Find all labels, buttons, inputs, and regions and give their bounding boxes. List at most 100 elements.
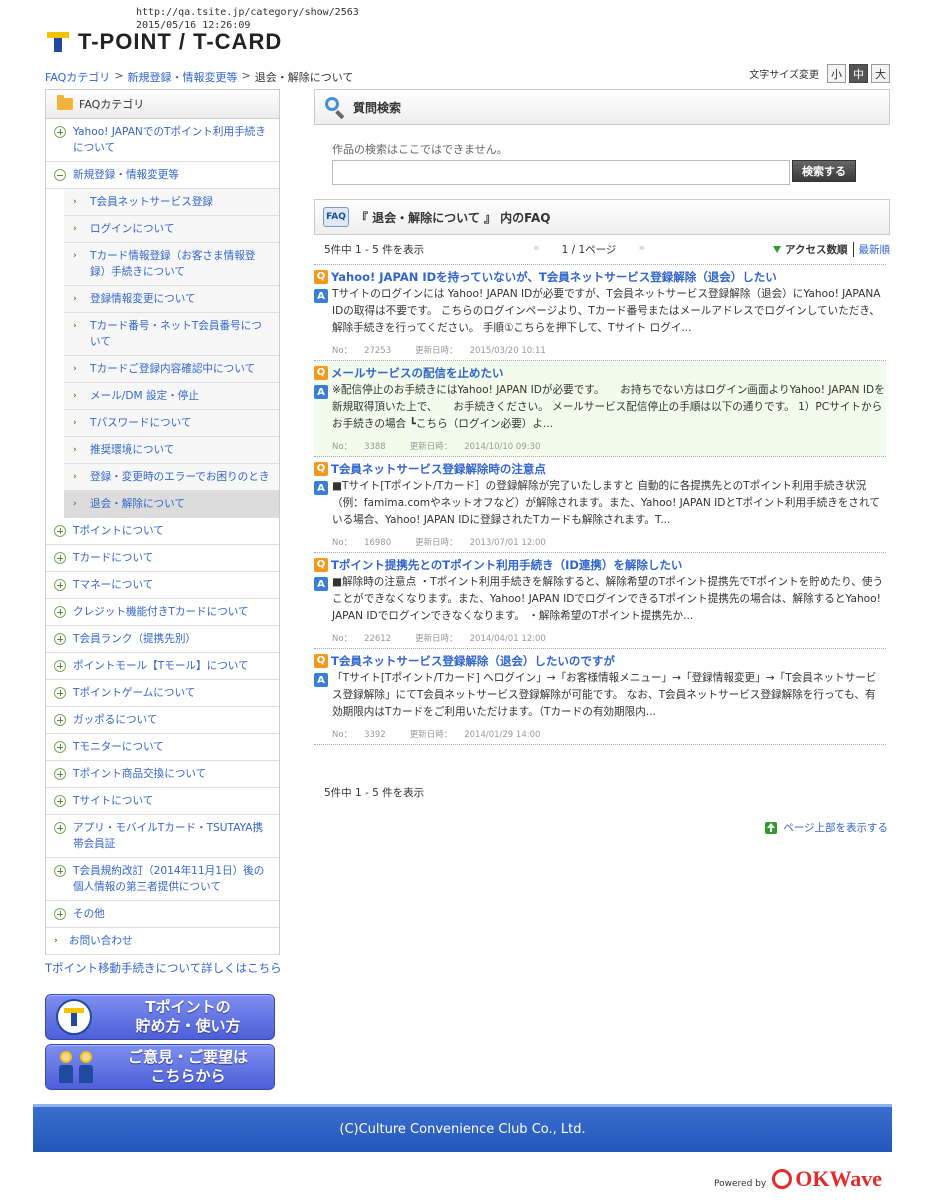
tpoint-transfer-link[interactable]: Tポイント移動手続きについて詳しくはこちら xyxy=(45,959,295,978)
faq-icon: FAQ xyxy=(323,207,349,227)
staff-people-icon xyxy=(54,1048,102,1086)
sidebar-item[interactable]: クレジット機能付きTカードについて xyxy=(46,599,279,626)
faq-question-row: Q メールサービスの配信を止めたい xyxy=(314,364,886,381)
sidebar-item[interactable]: Tサイトについて xyxy=(46,788,279,815)
expand-plus-icon xyxy=(54,795,66,807)
prev-page-button[interactable]: « xyxy=(533,242,539,257)
t-logo-icon xyxy=(47,31,69,52)
sidebar-item-label: 登録情報変更について xyxy=(90,293,196,305)
sidebar-item[interactable]: › メール/DM 設定・停止 xyxy=(64,383,279,410)
sidebar-item[interactable]: › 退会・解除について xyxy=(64,491,279,518)
sidebar-item[interactable]: › Tカード情報登録（お客さま情報登録）手続きについて xyxy=(64,243,279,286)
page-indicator: 1 / 1ページ xyxy=(561,243,617,256)
sidebar-item[interactable]: › Tパスワードについて xyxy=(64,410,279,437)
faq-question-row: Q T会員ネットサービス登録解除（退会）したいのですが xyxy=(314,652,886,669)
font-size-small-button[interactable]: 小 xyxy=(827,64,846,83)
sidebar-item[interactable]: その他 xyxy=(46,901,279,928)
copyright: (C)Culture Convenience Club Co., Ltd. xyxy=(339,1122,586,1137)
sidebar-item[interactable]: ガッポるについて xyxy=(46,707,279,734)
collapse-minus-icon xyxy=(54,169,66,181)
feedback-banner[interactable]: ご意見・ご要望は こちらから xyxy=(45,1044,275,1090)
faq-number-value: 27253 xyxy=(364,346,392,356)
sidebar-item[interactable]: Tポイントについて xyxy=(46,518,279,545)
chevron-right-icon: › xyxy=(73,445,77,455)
site-logo[interactable]: T-POINT / T-CARD xyxy=(47,29,282,54)
sidebar-item[interactable]: › 登録情報変更について xyxy=(64,286,279,313)
next-page-button[interactable]: » xyxy=(638,242,644,257)
result-count: 5件中 1 - 5 件を表示 xyxy=(324,243,425,256)
powered-by-okwave[interactable]: Powered by OKWave xyxy=(714,1166,882,1192)
font-size-label: 文字サイズ変更 xyxy=(749,70,819,81)
sidebar-item-label: Tポイントについて xyxy=(73,525,164,537)
answer-mark-icon: A xyxy=(314,577,328,591)
sidebar-item[interactable]: › T会員ネットサービス登録 xyxy=(64,189,279,216)
tpoint-guide-banner[interactable]: Tポイントの 貯め方・使い方 xyxy=(45,994,275,1040)
pagination-bar: 5件中 1 - 5 件を表示 « 1 / 1ページ » アクセス数順 最新順 xyxy=(324,240,890,258)
breadcrumb-item-current: 退会・解除について xyxy=(254,71,354,84)
chevron-right-icon: › xyxy=(73,294,77,304)
sort-by-access-button[interactable]: アクセス数順 xyxy=(773,242,847,257)
sidebar-item-label: ログインについて xyxy=(90,223,175,235)
sidebar-item[interactable]: Tモニターについて xyxy=(46,734,279,761)
sidebar-item[interactable]: Tポイントゲームについて xyxy=(46,680,279,707)
faq-question-link[interactable]: Tポイント提携先とのTポイント利用手続き（ID連携）を解除したい xyxy=(331,557,682,573)
sidebar-item[interactable]: › 推奨環境について xyxy=(64,437,279,464)
faq-updated: 更新日時： 2015/03/20 10:11 xyxy=(415,346,558,356)
sidebar-item[interactable]: ポイントモール【Tモール】について xyxy=(46,653,279,680)
okwave-brand: OKWave xyxy=(795,1166,882,1191)
sidebar-item[interactable]: › 登録・変更時のエラーでお困りのとき xyxy=(64,464,279,491)
faq-question-link[interactable]: メールサービスの配信を止めたい xyxy=(331,365,504,381)
sort-divider xyxy=(852,241,854,257)
expand-plus-icon xyxy=(54,552,66,564)
answer-mark-icon: A xyxy=(314,385,328,399)
sidebar-item[interactable]: アプリ・モバイルTカード・TSUTAYA携帯会員証 xyxy=(46,815,279,858)
faq-number-value: 16980 xyxy=(364,538,392,548)
breadcrumb-separator: > xyxy=(114,69,124,82)
faq-question-link[interactable]: Yahoo! JAPAN IDを持っていないが、T会員ネットサービス登録解除（退… xyxy=(331,269,777,285)
search-input[interactable] xyxy=(332,160,790,185)
expand-plus-icon xyxy=(54,633,66,645)
font-size-control: 文字サイズ変更 小 中 大 xyxy=(749,64,890,83)
chevron-right-icon: › xyxy=(73,251,77,261)
back-to-top-link[interactable]: ページ上部を表示する xyxy=(765,820,888,835)
pager: « 1 / 1ページ » xyxy=(464,242,714,257)
breadcrumb-item-registration[interactable]: 新規登録・情報変更等 xyxy=(128,69,238,85)
question-mark-icon: Q xyxy=(314,269,328,284)
sidebar-item-label: T会員規約改訂（2014年11月1日）後の個人情報の第三者提供について xyxy=(73,865,265,893)
sidebar-item[interactable]: Yahoo! JAPANでのTポイント利用手続きについて xyxy=(46,119,279,162)
sort-by-newest-link[interactable]: 最新順 xyxy=(859,242,891,257)
sort-options: アクセス数順 最新順 xyxy=(714,241,891,257)
sidebar-item[interactable]: T会員規約改訂（2014年11月1日）後の個人情報の第三者提供について xyxy=(46,858,279,901)
sidebar-item-label: クレジット機能付きTカードについて xyxy=(73,606,249,618)
sidebar-item[interactable]: T会員ランク（提携先別） xyxy=(46,626,279,653)
sidebar-item[interactable]: › お問い合わせ xyxy=(46,928,279,955)
sidebar-item[interactable]: 新規登録・情報変更等 xyxy=(46,162,279,189)
sidebar-item-label: ガッポるについて xyxy=(73,714,158,726)
breadcrumb-item-faq-category[interactable]: FAQカテゴリ xyxy=(45,69,110,85)
faq-question-link[interactable]: T会員ネットサービス登録解除時の注意点 xyxy=(331,461,546,477)
chevron-right-icon: › xyxy=(73,321,77,331)
font-size-large-button[interactable]: 大 xyxy=(871,64,890,83)
sidebar-item[interactable]: › ログインについて xyxy=(64,216,279,243)
font-size-medium-button[interactable]: 中 xyxy=(849,64,868,83)
faq-number-label: No： xyxy=(332,538,353,548)
faq-number: No： 3392 xyxy=(332,730,398,740)
chevron-right-icon: › xyxy=(73,418,77,428)
faq-answer-row: A ■解除時の注意点 ・Tポイント利用手続きを解除すると、解除希望のTポイント提携… xyxy=(314,574,886,625)
sidebar-item[interactable]: Tカードについて xyxy=(46,545,279,572)
search-button[interactable]: 検索する xyxy=(792,160,856,182)
sidebar-item[interactable]: Tポイント商品交換について xyxy=(46,761,279,788)
sidebar-item[interactable]: › Tカードご登録内容確認中について xyxy=(64,356,279,383)
faq-question-link[interactable]: T会員ネットサービス登録解除（退会）したいのですが xyxy=(331,653,615,669)
expand-plus-icon xyxy=(54,741,66,753)
faq-item: Q Tポイント提携先とのTポイント利用手続き（ID連携）を解除したい A ■解除時の注… xyxy=(314,553,886,649)
sidebar-item[interactable]: Tマネーについて xyxy=(46,572,279,599)
sidebar-item-label: 退会・解除について xyxy=(90,498,186,510)
sidebar-item-label: アプリ・モバイルTカード・TSUTAYA携帯会員証 xyxy=(73,822,264,850)
sidebar-item[interactable]: › Tカード番号・ネットT会員番号について xyxy=(64,313,279,356)
faq-item: Q T会員ネットサービス登録解除時の注意点 A ■Tサイト[Tポイント/Tカード］の登… xyxy=(314,457,886,553)
sidebar-item-label: その他 xyxy=(73,908,105,920)
sidebar-item-label: Tカードご登録内容確認中について xyxy=(90,363,256,375)
expand-plus-icon xyxy=(54,606,66,618)
back-to-top-label: ページ上部を表示する xyxy=(783,822,888,834)
